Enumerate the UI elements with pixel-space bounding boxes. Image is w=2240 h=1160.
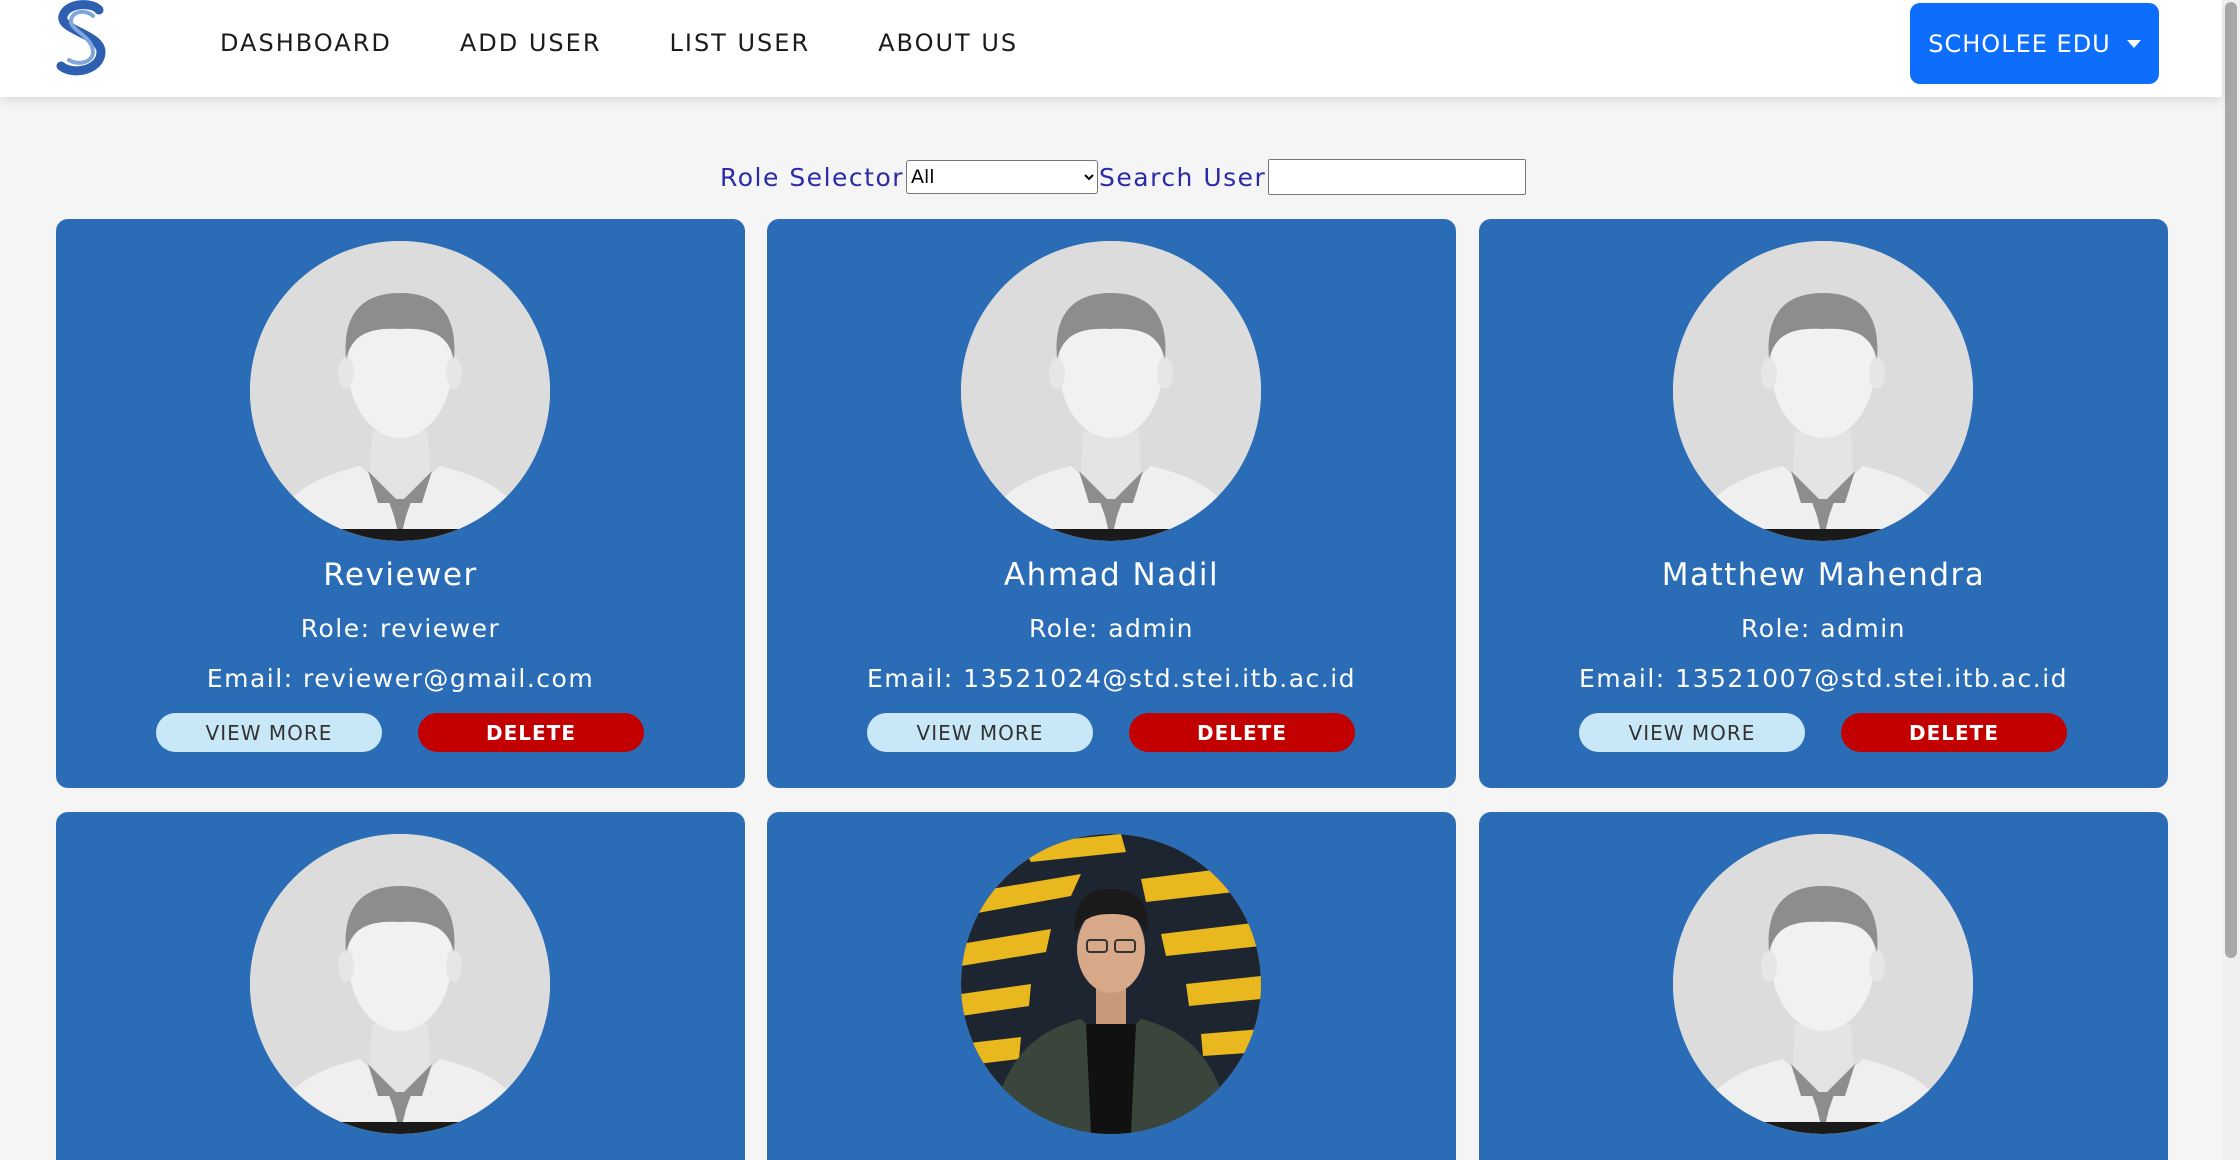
nav-about-us[interactable]: ABOUT US bbox=[878, 26, 1018, 60]
page-scrollbar[interactable] bbox=[2222, 0, 2240, 1160]
scrollbar-thumb[interactable] bbox=[2225, 2, 2237, 958]
view-more-button[interactable]: VIEW MORE bbox=[1579, 713, 1805, 752]
user-role: Role: reviewer bbox=[300, 614, 501, 643]
view-more-button[interactable]: VIEW MORE bbox=[156, 713, 382, 752]
user-card bbox=[1479, 812, 2168, 1160]
default-avatar-icon bbox=[250, 834, 550, 1134]
default-avatar-icon bbox=[961, 241, 1261, 541]
search-user-label: Search User bbox=[1099, 162, 1267, 192]
user-card bbox=[56, 812, 745, 1160]
delete-button[interactable]: DELETE bbox=[418, 713, 644, 752]
user-card bbox=[767, 812, 1456, 1160]
account-dropdown-button[interactable]: SCHOLEE EDU bbox=[1910, 3, 2159, 84]
default-avatar-icon bbox=[1673, 241, 1973, 541]
view-more-button[interactable]: VIEW MORE bbox=[867, 713, 1093, 752]
filter-bar: Role Selector All Search User bbox=[720, 158, 1527, 196]
user-name: Reviewer bbox=[323, 557, 478, 593]
default-avatar-icon bbox=[1673, 834, 1973, 1134]
scholee-logo-icon[interactable] bbox=[53, 0, 111, 78]
caret-down-icon bbox=[2126, 39, 2141, 48]
user-role: Role: admin bbox=[1028, 614, 1195, 643]
role-selector-label: Role Selector bbox=[720, 162, 905, 192]
delete-button[interactable]: DELETE bbox=[1841, 713, 2067, 752]
top-navbar: DASHBOARD ADD USER LIST USER ABOUT US SC… bbox=[0, 0, 2222, 97]
default-avatar-icon bbox=[250, 241, 550, 541]
search-user-input[interactable] bbox=[1268, 159, 1527, 195]
user-card: Ahmad Nadil Role: admin Email: 13521024@… bbox=[767, 219, 1456, 788]
user-name: Ahmad Nadil bbox=[1003, 557, 1220, 593]
user-email: Email: 13521007@std.stei.itb.ac.id bbox=[1578, 664, 2069, 693]
nav-dashboard[interactable]: DASHBOARD bbox=[220, 26, 392, 60]
nav-links: DASHBOARD ADD USER LIST USER ABOUT US bbox=[220, 26, 1018, 60]
nav-add-user[interactable]: ADD USER bbox=[460, 26, 602, 60]
user-card: Matthew Mahendra Role: admin Email: 1352… bbox=[1479, 219, 2168, 788]
role-select[interactable]: All bbox=[906, 160, 1099, 194]
user-role: Role: admin bbox=[1740, 614, 1907, 643]
user-email: Email: reviewer@gmail.com bbox=[206, 664, 595, 693]
account-dropdown-label: SCHOLEE EDU bbox=[1928, 29, 2111, 58]
delete-button[interactable]: DELETE bbox=[1129, 713, 1355, 752]
user-email: Email: 13521024@std.stei.itb.ac.id bbox=[866, 664, 1357, 693]
user-name: Matthew Mahendra bbox=[1661, 557, 1986, 593]
nav-list-user[interactable]: LIST USER bbox=[670, 26, 811, 60]
user-card: Reviewer Role: reviewer Email: reviewer@… bbox=[56, 219, 745, 788]
profile-photo bbox=[961, 834, 1261, 1134]
